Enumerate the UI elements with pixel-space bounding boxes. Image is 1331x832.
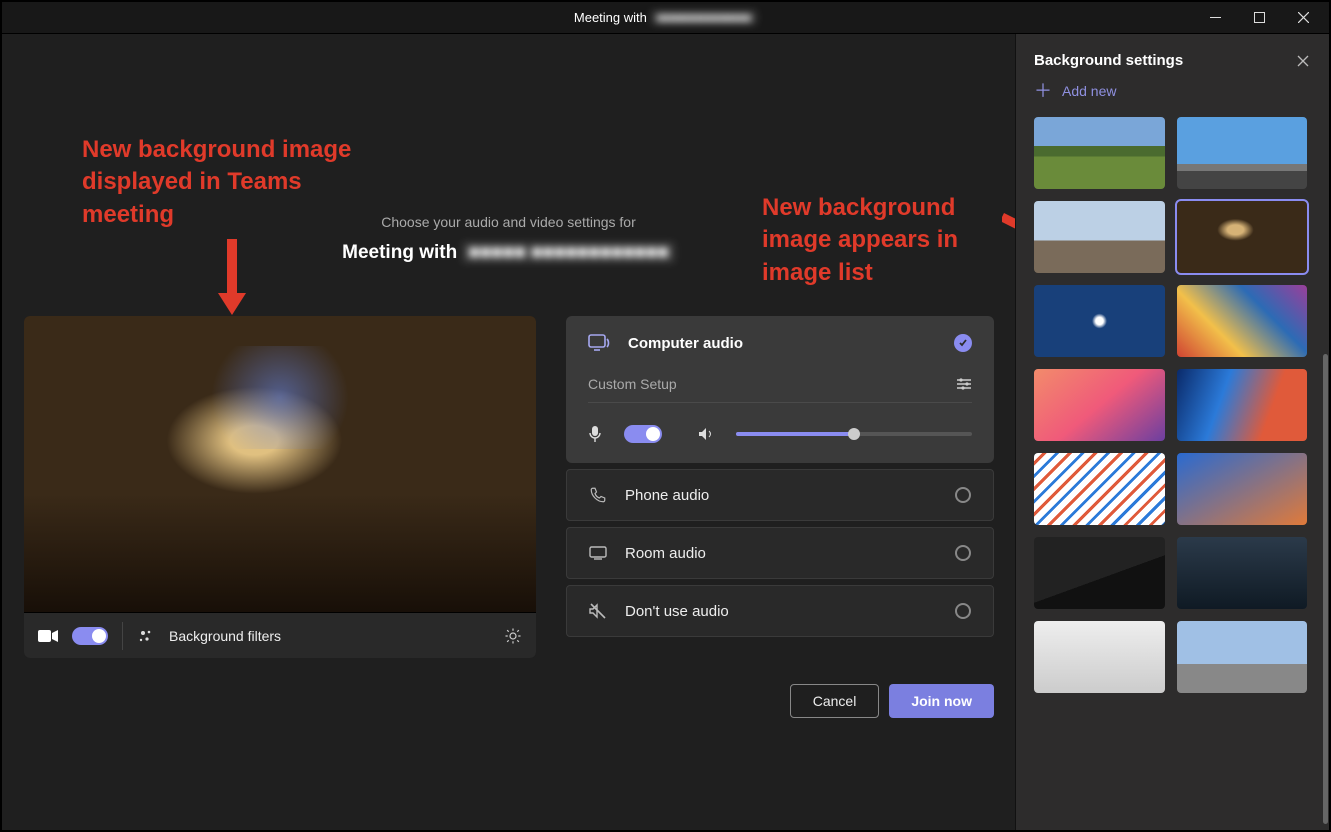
minimize-button[interactable] — [1193, 3, 1237, 33]
mic-toggle[interactable] — [624, 425, 662, 443]
bg-thumb[interactable] — [1034, 453, 1165, 525]
annotation-left: New background image displayed in Teams … — [82, 134, 392, 231]
close-panel-button[interactable] — [1295, 53, 1311, 69]
window-title-prefix: Meeting with — [574, 10, 647, 25]
action-row: Cancel Join now — [566, 684, 994, 718]
effects-icon — [137, 627, 155, 645]
mic-icon — [588, 425, 602, 443]
background-grid — [1034, 117, 1311, 693]
bg-thumb[interactable] — [1177, 285, 1308, 357]
bg-thumb[interactable] — [1034, 201, 1165, 273]
no-audio-option[interactable]: Don't use audio — [566, 585, 994, 637]
custom-setup-label[interactable]: Custom Setup — [588, 376, 677, 392]
phone-icon — [589, 486, 607, 504]
background-settings-panel: Background settings ＋ Add new — [1015, 34, 1329, 830]
annotation-arrow-diag — [1002, 192, 1015, 332]
heading-main-redacted: ■■■■■ ■■■■■■■■■■■■ — [462, 242, 674, 263]
add-new-label: Add new — [1062, 83, 1116, 99]
no-audio-label: Don't use audio — [625, 603, 729, 620]
window-title-redacted: ■■■■■■■■■■■■ — [651, 10, 757, 25]
bg-thumb[interactable] — [1177, 537, 1308, 609]
speaker-icon — [698, 427, 714, 441]
room-icon — [589, 546, 607, 560]
video-preview-image — [24, 316, 536, 612]
bg-thumb[interactable] — [1177, 621, 1308, 693]
window-frame: Meeting with ■■■■■■■■■■■■ New background… — [0, 0, 1331, 832]
annotation-arrow-down — [216, 239, 248, 329]
background-filters-label[interactable]: Background filters — [169, 628, 281, 644]
bg-thumb-selected[interactable] — [1177, 201, 1308, 273]
sliders-icon[interactable] — [956, 377, 972, 391]
main-area: New background image displayed in Teams … — [2, 34, 1015, 830]
room-audio-label: Room audio — [625, 545, 706, 562]
cancel-button[interactable]: Cancel — [790, 684, 880, 718]
scrollbar[interactable] — [1323, 354, 1328, 824]
heading-main-prefix: Meeting with — [342, 242, 457, 263]
computer-audio-card[interactable]: Computer audio Custom Setup — [566, 316, 994, 463]
radio-unselected[interactable] — [955, 603, 971, 619]
window-title: Meeting with ■■■■■■■■■■■■ — [574, 10, 757, 25]
window-buttons — [1193, 3, 1325, 33]
computer-audio-label: Computer audio — [628, 335, 936, 352]
bg-thumb[interactable] — [1034, 621, 1165, 693]
camera-icon — [38, 629, 58, 643]
phone-audio-option[interactable]: Phone audio — [566, 469, 994, 521]
no-audio-icon — [589, 603, 607, 619]
annotation-right: New background image appears in image li… — [762, 192, 1015, 289]
maximize-button[interactable] — [1237, 3, 1281, 33]
bg-thumb[interactable] — [1034, 117, 1165, 189]
selected-check-icon — [954, 334, 972, 352]
panel-title: Background settings — [1034, 52, 1183, 69]
bg-thumb[interactable] — [1034, 285, 1165, 357]
bg-thumb[interactable] — [1177, 117, 1308, 189]
video-preview: Background filters — [24, 316, 536, 658]
join-now-button[interactable]: Join now — [889, 684, 994, 718]
bg-thumb[interactable] — [1177, 369, 1308, 441]
bg-thumb[interactable] — [1177, 453, 1308, 525]
room-audio-option[interactable]: Room audio — [566, 527, 994, 579]
divider — [122, 622, 123, 650]
add-new-button[interactable]: ＋ Add new — [1034, 83, 1311, 99]
video-toolbar: Background filters — [24, 612, 536, 658]
radio-unselected[interactable] — [955, 545, 971, 561]
gear-icon[interactable] — [504, 627, 522, 645]
titlebar: Meeting with ■■■■■■■■■■■■ — [2, 2, 1329, 34]
bg-thumb[interactable] — [1034, 369, 1165, 441]
close-window-button[interactable] — [1281, 3, 1325, 33]
camera-toggle[interactable] — [72, 627, 108, 645]
volume-slider[interactable] — [736, 432, 972, 436]
bg-thumb[interactable] — [1034, 537, 1165, 609]
radio-unselected[interactable] — [955, 487, 971, 503]
computer-audio-icon — [588, 334, 610, 352]
audio-column: Computer audio Custom Setup — [566, 316, 994, 637]
phone-audio-label: Phone audio — [625, 487, 709, 504]
